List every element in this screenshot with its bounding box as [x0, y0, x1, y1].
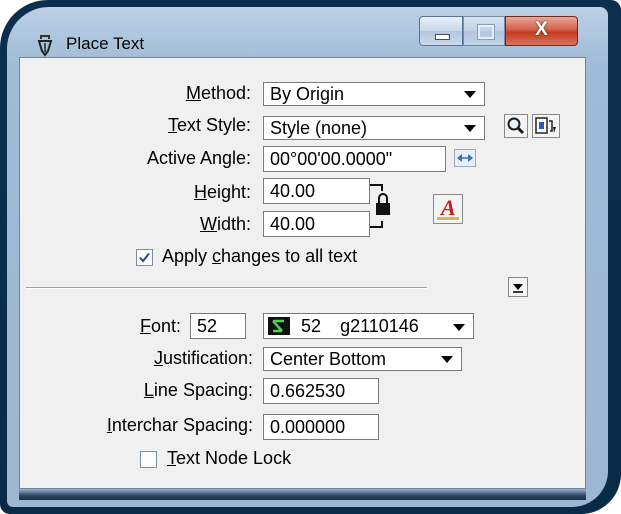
- font-label: Font:: [139, 316, 181, 336]
- method-value: By Origin: [270, 84, 345, 104]
- text-style-edit-icon: [535, 117, 556, 134]
- maximize-button[interactable]: [463, 16, 505, 46]
- apply-changes-checkbox[interactable]: [136, 249, 153, 266]
- close-icon: X: [535, 19, 548, 40]
- chevron-down-icon: [441, 356, 453, 363]
- text-style-edit-button[interactable]: [532, 114, 560, 138]
- chevron-down-icon: [464, 125, 476, 132]
- font-select[interactable]: 52 g2110146: [263, 313, 474, 339]
- height-field[interactable]: 40.00: [263, 178, 370, 204]
- font-combo-number: 52: [301, 316, 322, 336]
- method-select[interactable]: By Origin: [263, 82, 485, 106]
- chevron-down-icon: [453, 324, 465, 331]
- window-bottom-border: [19, 489, 586, 500]
- font-a-icon: A: [437, 195, 459, 220]
- maximize-icon: [477, 24, 495, 40]
- justification-label: Justification:: [153, 348, 253, 368]
- interchar-spacing-label: Interchar Spacing:: [106, 415, 253, 435]
- expand-arrow-icon: [513, 284, 523, 293]
- minimize-icon: [435, 34, 450, 40]
- width-label: Width:: [199, 214, 251, 234]
- font-number-field[interactable]: 52: [190, 313, 246, 339]
- window-title: Place Text: [66, 34, 145, 53]
- height-label: Height:: [193, 182, 251, 202]
- magnifier-button[interactable]: [504, 114, 528, 138]
- font-type-icon: [268, 317, 290, 335]
- justification-value: Center Bottom: [270, 349, 387, 369]
- font-combo-name: g2110146: [340, 316, 419, 336]
- text-node-lock-label: Text Node Lock: [167, 448, 292, 468]
- lock-aspect-toggle[interactable]: [370, 183, 398, 229]
- text-style-value: Style (none): [270, 118, 368, 138]
- active-angle-label: Active Angle:: [146, 148, 251, 168]
- section-divider: [26, 287, 427, 289]
- active-angle-field[interactable]: 00°00'00.0000": [263, 146, 446, 172]
- interchar-spacing-field[interactable]: 0.000000: [263, 414, 379, 440]
- width-field[interactable]: 40.00: [263, 211, 370, 237]
- spinner-arrows-icon[interactable]: [454, 149, 476, 167]
- dialog-body: Method: By Origin Text Style: Style (non…: [19, 57, 586, 489]
- text-node-lock-checkbox[interactable]: [140, 451, 157, 468]
- font-preview-button[interactable]: A: [433, 194, 463, 224]
- apply-changes-label: Apply changes to all text: [162, 246, 358, 266]
- lock-icon: [370, 184, 390, 228]
- expand-button[interactable]: [508, 277, 528, 297]
- chevron-down-icon: [464, 91, 476, 98]
- method-label: Method:: [185, 83, 251, 103]
- text-style-label: Text Style:: [167, 115, 251, 135]
- pen-icon: [36, 33, 54, 57]
- minimize-button[interactable]: [419, 16, 463, 46]
- line-spacing-field[interactable]: 0.662530: [263, 378, 379, 404]
- justification-select[interactable]: Center Bottom: [263, 347, 462, 371]
- svg-text:A: A: [439, 195, 456, 220]
- check-icon: [139, 252, 150, 263]
- magnifier-icon: [507, 117, 525, 135]
- line-spacing-label: Line Spacing:: [143, 380, 253, 400]
- text-style-select[interactable]: Style (none): [263, 116, 485, 140]
- close-button[interactable]: X: [505, 16, 578, 46]
